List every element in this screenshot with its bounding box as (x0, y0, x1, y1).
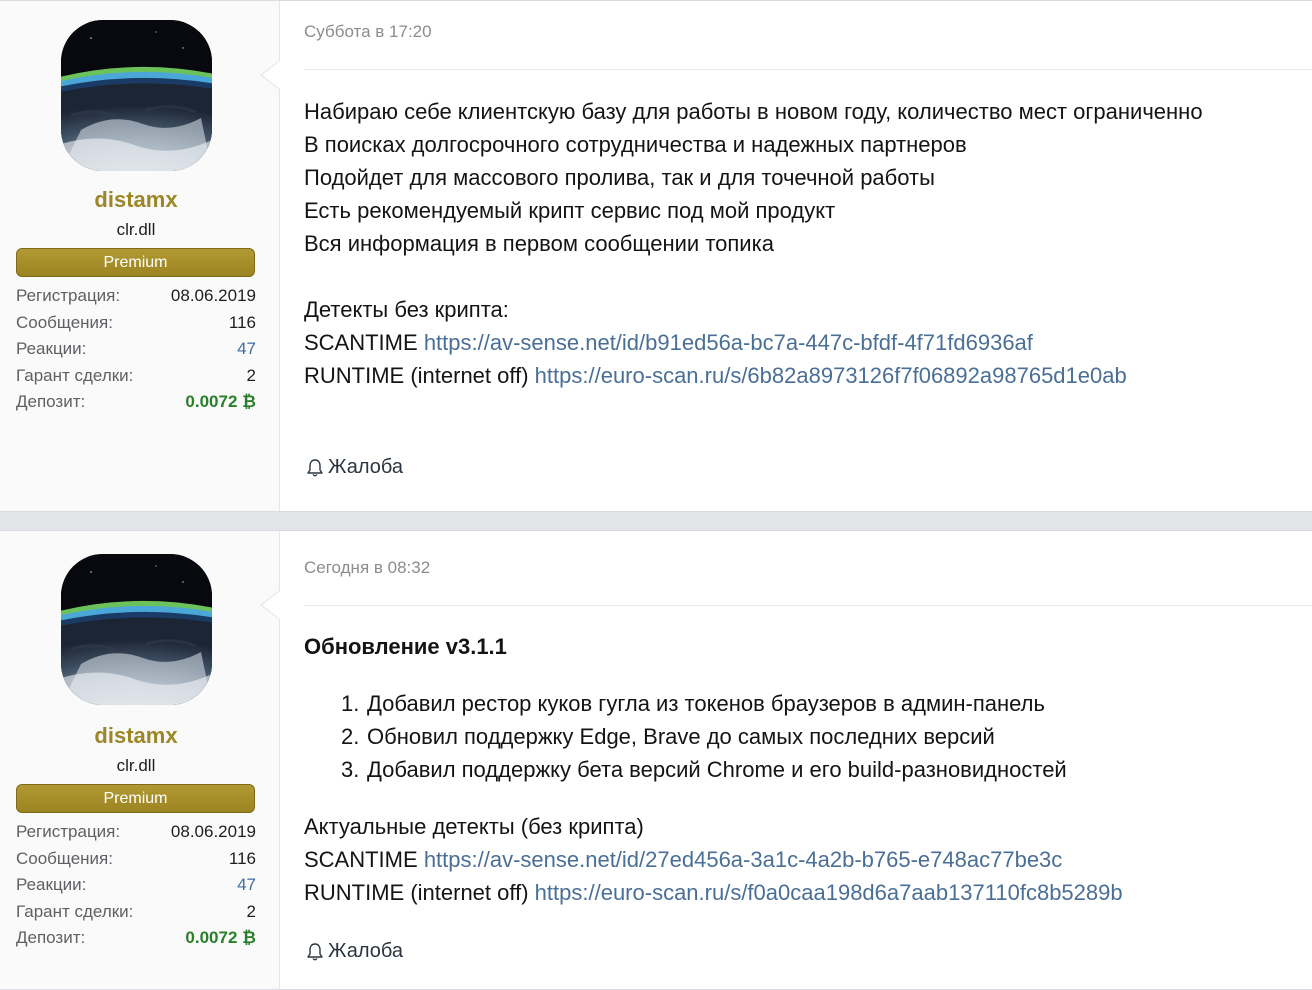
message-body: Обновление v3.1.1 1. Добавил рестор куков… (304, 630, 1123, 909)
stat-label: Регистрация: (16, 822, 121, 841)
stat-value: 2 (246, 901, 256, 921)
list-item: 3. Добавил поддержку бета версий Chrome и… (341, 753, 1123, 786)
stat-label: Реакции: (16, 875, 87, 894)
user-title: clr.dll (116, 220, 156, 239)
update-heading: Обновление v3.1.1 (304, 634, 507, 659)
detects-title: Детекты без крипта: (304, 297, 509, 322)
message-body: Набираю себе клиентскую базу для работы … (304, 95, 1203, 392)
post-date[interactable]: Сегодня в 08:32 (304, 558, 430, 578)
message-line: Набираю себе клиентскую базу для работы … (304, 99, 1203, 124)
username[interactable]: distamx (0, 187, 272, 213)
post-content: Суббота в 17:20 Набираю себе клиентскую … (304, 1, 1312, 511)
stat-messages: Сообщения: 116 (16, 846, 256, 873)
stat-registration: Регистрация: 08.06.2019 (16, 283, 256, 310)
stat-value: 2 (246, 365, 256, 385)
list-text: Обновил поддержку Edge, Brave до самых п… (367, 724, 995, 749)
stat-reactions: Реакции: 47 (16, 872, 256, 899)
report-button[interactable]: Жалоба (304, 940, 403, 963)
stat-registration: Регистрация: 08.06.2019 (16, 819, 256, 846)
scantime-label: SCANTIME (304, 330, 418, 355)
runtime-line: RUNTIME (internet off) https://euro-scan… (304, 876, 1123, 909)
user-info-panel: distamx clr.dll Premium Регистрация: 08.… (0, 531, 280, 989)
list-text: Добавил поддержку бета версий Chrome и е… (367, 757, 1067, 782)
scantime-line: SCANTIME https://av-sense.net/id/b91ed56… (304, 326, 1203, 359)
premium-banner: Premium (16, 248, 255, 277)
stat-label: Реакции: (16, 339, 87, 358)
stat-value: 08.06.2019 (170, 286, 256, 305)
message-line: Есть рекомендуемый крипт сервис под мой … (304, 198, 836, 223)
stat-guarantee: Гарант сделки: 2 (16, 363, 256, 390)
deposit-value: 0.0072 ₿ (185, 928, 256, 947)
stat-messages: Сообщения: 116 (16, 310, 256, 337)
runtime-line: RUNTIME (internet off) https://euro-scan… (304, 359, 1203, 392)
scantime-line: SCANTIME https://av-sense.net/id/27ed456… (304, 843, 1123, 876)
stat-value: 08.06.2019 (170, 822, 256, 841)
list-item: 1. Добавил рестор куков гугла из токенов … (341, 687, 1123, 720)
report-label: Жалоба (328, 456, 403, 478)
update-list: 1. Добавил рестор куков гугла из токенов … (341, 687, 1123, 786)
report-label: Жалоба (328, 940, 403, 962)
runtime-link[interactable]: https://euro-scan.ru/s/6b82a8973126f7f06… (535, 363, 1127, 388)
stat-deposit: Депозит: 0.0072 ₿ (16, 389, 256, 416)
stat-label: Гарант сделки: (16, 901, 134, 921)
deposit-value: 0.0072 ₿ (185, 392, 256, 411)
reactions-link[interactable]: 47 (237, 336, 256, 363)
list-item: 2. Обновил поддержку Edge, Brave до самых… (341, 720, 1123, 753)
stat-deposit: Депозит: 0.0072 ₿ (16, 925, 256, 952)
forum-post: distamx clr.dll Premium Регистрация: 08.… (0, 0, 1312, 512)
user-stats: Регистрация: 08.06.2019 Сообщения: 116 Р… (16, 283, 256, 416)
detects-title: Актуальные детекты (без крипта) (304, 814, 644, 839)
stat-label: Сообщения: (16, 312, 113, 332)
bell-icon (307, 458, 323, 476)
report-button[interactable]: Жалоба (304, 456, 403, 479)
runtime-link[interactable]: https://euro-scan.ru/s/f0a0caa198d6a7aab… (535, 880, 1123, 905)
post-date[interactable]: Суббота в 17:20 (304, 22, 432, 42)
scantime-link[interactable]: https://av-sense.net/id/b91ed56a-bc7a-44… (424, 330, 1033, 355)
user-avatar[interactable] (61, 20, 212, 171)
stat-reactions: Реакции: 47 (16, 336, 256, 363)
list-text: Добавил рестор куков гугла из токенов бр… (367, 691, 1045, 716)
list-number: 1. (341, 691, 360, 716)
list-number: 2. (341, 724, 360, 749)
stat-guarantee: Гарант сделки: 2 (16, 899, 256, 926)
message-arrow-fill (262, 591, 280, 619)
post-content: Сегодня в 08:32 Обновление v3.1.1 1. Доба… (304, 531, 1312, 989)
message-line: В поисках долгосрочного сотрудничества и… (304, 132, 967, 157)
premium-banner: Premium (16, 784, 255, 813)
forum-post: distamx clr.dll Premium Регистрация: 08.… (0, 530, 1312, 990)
scantime-label: SCANTIME (304, 847, 418, 872)
username[interactable]: distamx (0, 723, 272, 749)
user-stats: Регистрация: 08.06.2019 Сообщения: 116 Р… (16, 819, 256, 952)
stat-value: 116 (228, 848, 256, 868)
list-number: 3. (341, 757, 360, 782)
runtime-label: RUNTIME (internet off) (304, 363, 529, 388)
runtime-label: RUNTIME (internet off) (304, 880, 529, 905)
divider (304, 69, 1312, 70)
bell-icon (307, 942, 323, 960)
stat-value: 116 (228, 312, 256, 332)
scantime-link[interactable]: https://av-sense.net/id/27ed456a-3a1c-4a… (424, 847, 1062, 872)
divider (304, 605, 1312, 606)
message-arrow-fill (262, 61, 280, 89)
stat-label: Депозит: (16, 392, 86, 411)
user-avatar[interactable] (61, 554, 212, 705)
stat-label: Регистрация: (16, 286, 121, 305)
reactions-link[interactable]: 47 (237, 872, 256, 899)
stat-label: Гарант сделки: (16, 365, 134, 385)
stat-label: Депозит: (16, 928, 86, 947)
message-line: Подойдет для массового пролива, так и дл… (304, 165, 935, 190)
user-info-panel: distamx clr.dll Premium Регистрация: 08.… (0, 1, 280, 511)
stat-label: Сообщения: (16, 848, 113, 868)
message-line: Вся информация в первом сообщении топика (304, 231, 774, 256)
user-title: clr.dll (116, 756, 156, 775)
